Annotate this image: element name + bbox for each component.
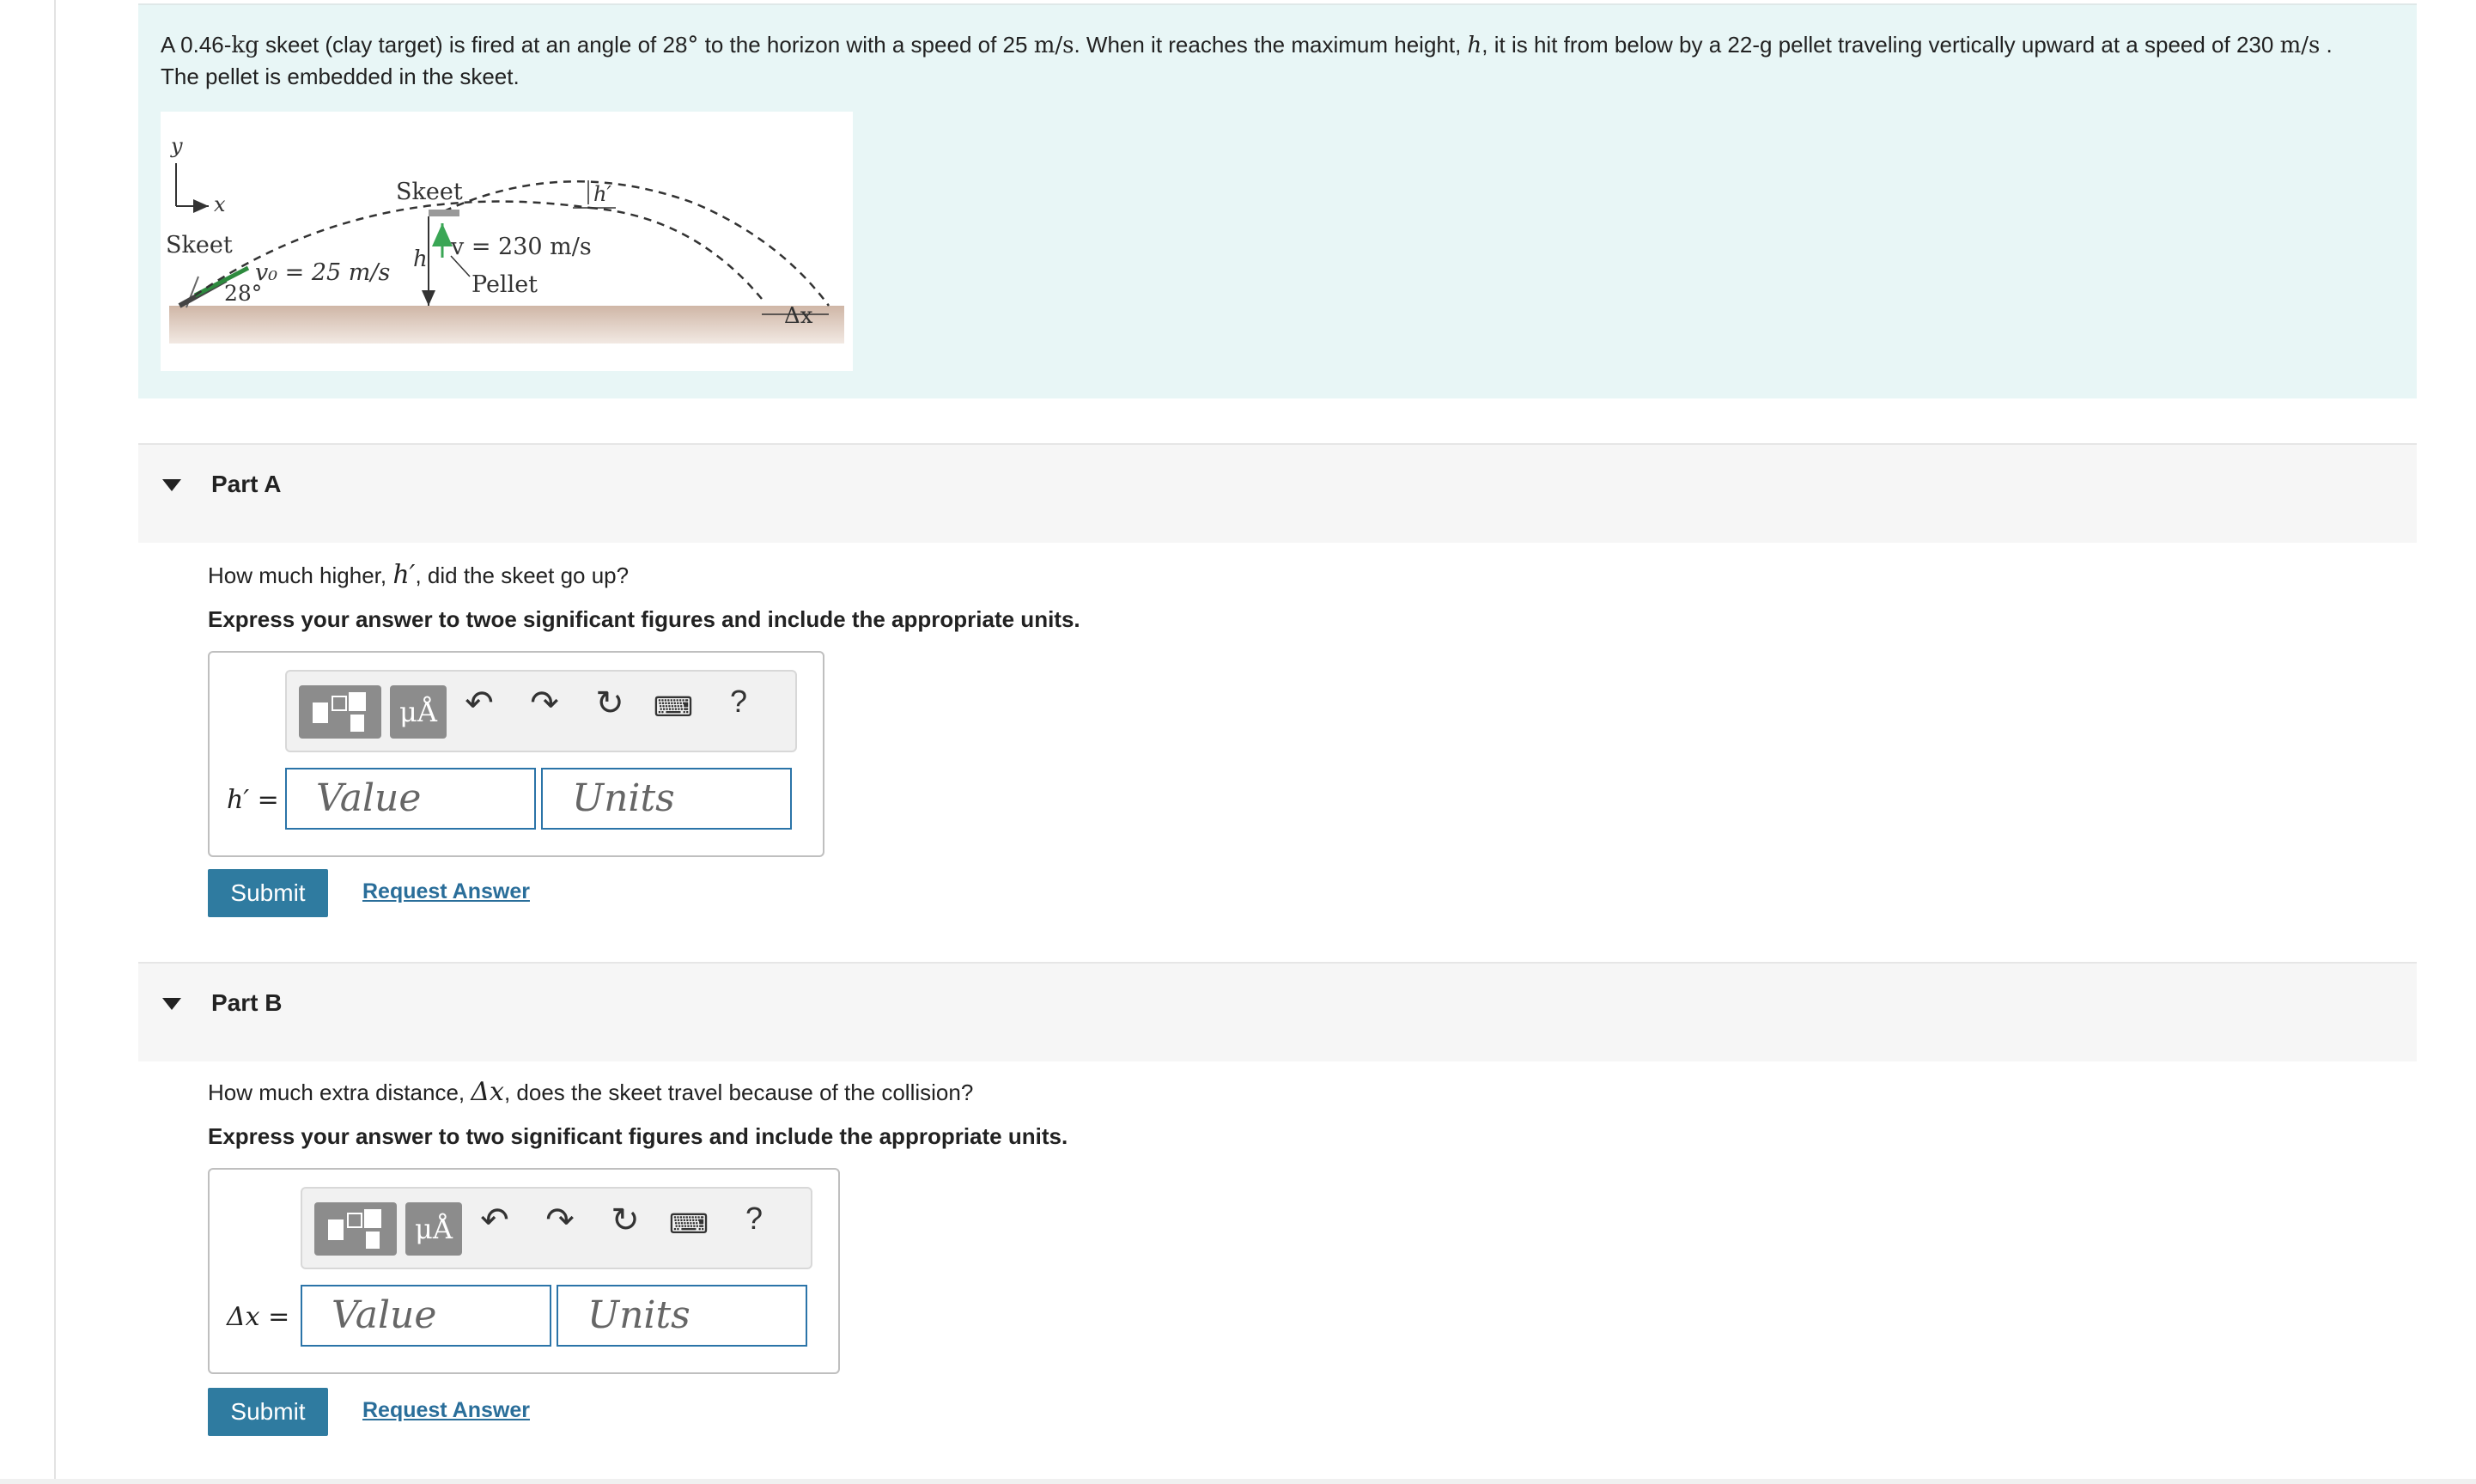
part-b-answer-box: μÅ ↶ ↷ ↻ ⌨ ? Δx = Value Units: [208, 1168, 840, 1374]
redo-icon[interactable]: ↷: [519, 684, 570, 723]
help-icon[interactable]: ?: [728, 1201, 780, 1237]
collapse-caret-icon[interactable]: [162, 479, 181, 491]
part-b-title: Part B: [211, 989, 283, 1016]
templates-icon[interactable]: [314, 1202, 397, 1256]
part-a-question: How much higher, h′, did the skeet go up…: [208, 560, 630, 590]
v0-label: v₀ = 25 m/s: [255, 259, 390, 286]
keyboard-icon[interactable]: ⌨: [663, 1207, 715, 1240]
left-border: [54, 0, 56, 1484]
undo-icon[interactable]: ↶: [469, 1201, 520, 1240]
undo-icon[interactable]: ↶: [453, 684, 505, 723]
part-a-header[interactable]: Part A: [138, 443, 2417, 543]
part-a-value-input[interactable]: Value: [285, 768, 536, 830]
part-b-instruction: Express your answer to two significant f…: [208, 1123, 1068, 1149]
skeet-label-left: Skeet: [166, 232, 233, 258]
part-b-value-input[interactable]: Value: [301, 1285, 551, 1347]
hprime-label: h′: [593, 182, 611, 206]
reset-icon[interactable]: ↻: [599, 1201, 651, 1240]
math-toolbar-a: μÅ ↶ ↷ ↻ ⌨ ?: [285, 670, 797, 752]
templates-icon[interactable]: [299, 685, 381, 739]
v-label: v = 230 m/s: [450, 234, 592, 260]
skeet-label-top: Skeet: [396, 179, 463, 205]
part-a-submit-button[interactable]: Submit: [208, 869, 328, 917]
part-b-submit-button[interactable]: Submit: [208, 1388, 328, 1436]
collapse-caret-icon[interactable]: [162, 998, 181, 1010]
bottom-border: [0, 1479, 2476, 1484]
pellet-label: Pellet: [471, 271, 538, 298]
trajectory-diagram: y x Skeet 28° v₀ = 25 m/s Skeet h v = 23…: [166, 134, 844, 344]
part-a-units-input[interactable]: Units: [541, 768, 792, 830]
part-b-header[interactable]: Part B: [138, 962, 2417, 1061]
part-a-answer-box: μÅ ↶ ↷ ↻ ⌨ ? h′ = Value Units: [208, 651, 824, 857]
skeet-shape: [429, 210, 459, 216]
math-toolbar-b: μÅ ↶ ↷ ↻ ⌨ ?: [301, 1187, 812, 1269]
part-b-units-input[interactable]: Units: [557, 1285, 807, 1347]
part-a-title: Part A: [211, 471, 282, 497]
part-b-request-answer-link[interactable]: Request Answer: [362, 1398, 530, 1423]
redo-icon[interactable]: ↷: [534, 1201, 586, 1240]
reset-icon[interactable]: ↻: [584, 684, 636, 723]
problem-text: A 0.46-kg skeet (clay target) is fired a…: [161, 32, 2333, 89]
h-prime-equals-label: h′ =: [227, 785, 279, 815]
part-b-question: How much extra distance, Δx, does the sk…: [208, 1077, 974, 1107]
delta-x-equals-label: Δx =: [227, 1302, 290, 1332]
axis-x-label: x: [214, 192, 226, 216]
trajectory-original-after: [589, 206, 763, 300]
units-mu-angstrom-icon[interactable]: μÅ: [390, 685, 447, 739]
problem-figure: y x Skeet 28° v₀ = 25 m/s Skeet h v = 23…: [161, 112, 853, 371]
keyboard-icon[interactable]: ⌨: [648, 690, 699, 723]
h-label: h: [413, 246, 428, 272]
problem-statement: A 0.46-kg skeet (clay target) is fired a…: [138, 3, 2417, 398]
ground: [169, 306, 844, 344]
axis-y-label: y: [170, 134, 183, 158]
units-mu-angstrom-icon[interactable]: μÅ: [405, 1202, 462, 1256]
part-a-request-answer-link[interactable]: Request Answer: [362, 879, 530, 904]
part-a-instruction: Express your answer to twoe significant …: [208, 606, 1080, 632]
help-icon[interactable]: ?: [713, 684, 764, 720]
dx-label: Δx: [784, 303, 813, 329]
